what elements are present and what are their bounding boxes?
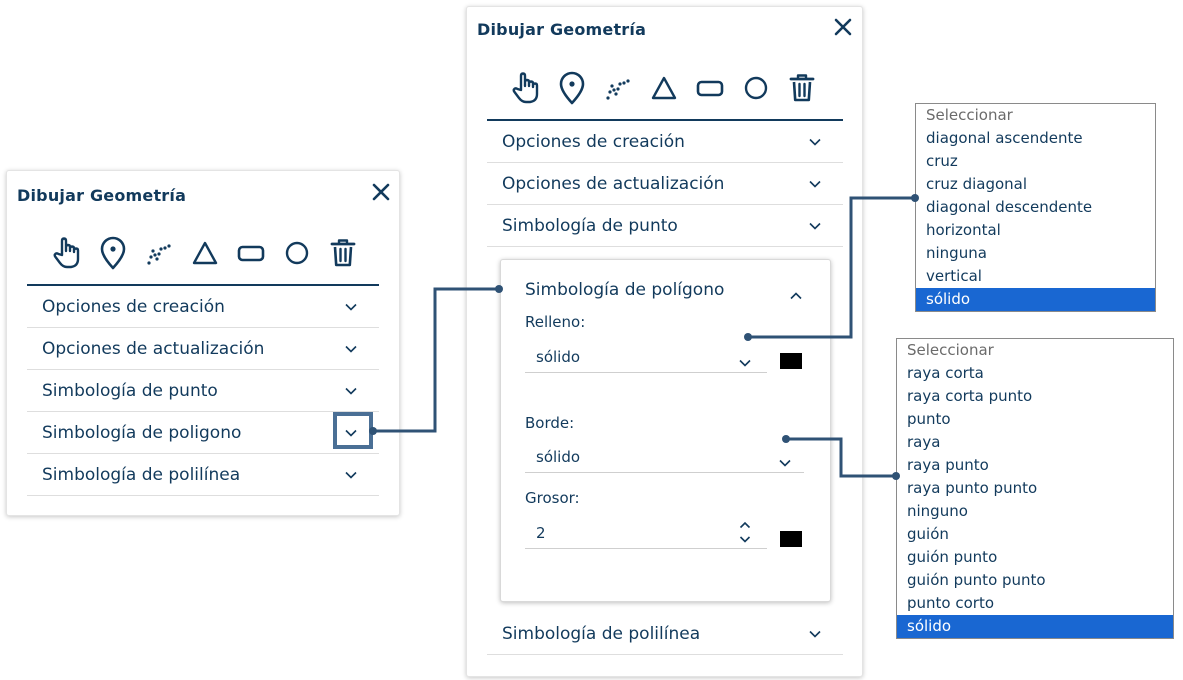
chevron-down-icon[interactable]	[809, 138, 821, 146]
section-label: Simbología de polilínea	[502, 623, 701, 644]
width-number-input[interactable]: 2	[525, 518, 767, 549]
section-label: Opciones de creación	[42, 296, 225, 317]
chevron-down-icon[interactable]	[739, 352, 751, 367]
border-option[interactable]: guión punto punto	[897, 569, 1173, 592]
border-option[interactable]: guión punto	[897, 546, 1173, 569]
section-label: Simbología de poligono	[42, 422, 242, 443]
triangle-icon[interactable]	[189, 235, 221, 271]
close-icon[interactable]	[371, 182, 391, 202]
border-option[interactable]: raya punto punto	[897, 477, 1173, 500]
border-option[interactable]: raya punto	[897, 454, 1173, 477]
trash-icon[interactable]	[327, 235, 359, 271]
section-label: Simbología de punto	[502, 215, 678, 236]
fill-option[interactable]: ninguna	[916, 242, 1155, 265]
section-polygon-symbology[interactable]: Simbología de poligono	[27, 412, 379, 454]
fill-option-selected[interactable]: sólido	[916, 288, 1155, 311]
polygon-section-title[interactable]: Simbología de polígono	[525, 280, 724, 300]
section-label: Opciones de creación	[502, 131, 685, 152]
chevron-up-icon[interactable]	[790, 285, 802, 300]
border-option[interactable]: guión	[897, 523, 1173, 546]
border-color-swatch[interactable]	[780, 531, 802, 547]
left-panel-title: Dibujar Geometría	[17, 186, 187, 205]
polygon-symbology-expanded: Simbología de polígono Relleno: sólido B…	[500, 259, 831, 602]
chevron-down-icon[interactable]	[809, 222, 821, 230]
right-draw-panel: Dibujar Geometría Opciones de creación O…	[466, 6, 863, 677]
border-select-value: sólido	[536, 448, 581, 466]
rectangle-icon[interactable]	[694, 70, 726, 106]
fill-label: Relleno:	[525, 313, 586, 331]
rectangle-icon[interactable]	[235, 235, 267, 271]
triangle-icon[interactable]	[648, 70, 680, 106]
border-options-listbox[interactable]: Seleccionar raya corta raya corta punto …	[896, 338, 1174, 639]
section-label: Simbología de polilínea	[42, 464, 241, 485]
section-polyline-symbology[interactable]: Simbología de polilínea	[487, 613, 843, 655]
listbox-placeholder: Seleccionar	[907, 341, 994, 359]
fill-select-value: sólido	[536, 348, 581, 366]
border-label: Borde:	[525, 414, 575, 432]
map-pin-icon[interactable]	[556, 70, 588, 106]
trash-icon[interactable]	[786, 70, 818, 106]
hand-icon[interactable]	[51, 235, 83, 271]
left-tool-toolbar	[51, 235, 361, 275]
section-point-symbology[interactable]: Simbología de punto	[487, 205, 843, 247]
border-option[interactable]: raya	[897, 431, 1173, 454]
section-label: Simbología de punto	[42, 380, 218, 401]
border-option-selected[interactable]: sólido	[897, 615, 1173, 638]
fill-color-swatch[interactable]	[780, 353, 802, 369]
chevron-highlight	[333, 412, 373, 449]
map-pin-icon[interactable]	[97, 235, 129, 271]
listbox-placeholder: Seleccionar	[926, 106, 1013, 124]
width-value: 2	[536, 524, 546, 542]
left-draw-panel: Dibujar Geometría Opciones de creación O…	[6, 170, 400, 516]
chevron-down-icon[interactable]	[345, 387, 357, 395]
polyline-icon[interactable]	[143, 235, 175, 271]
section-label: Opciones de actualización	[42, 338, 265, 359]
circle-icon[interactable]	[740, 70, 772, 106]
right-tool-toolbar	[510, 70, 820, 110]
stepper-icon[interactable]	[739, 520, 751, 546]
hand-icon[interactable]	[510, 70, 542, 106]
fill-select[interactable]: sólido	[525, 342, 767, 373]
width-label: Grosor:	[525, 489, 580, 507]
chevron-down-icon[interactable]	[779, 452, 791, 467]
chevron-down-icon[interactable]	[345, 303, 357, 311]
chevron-down-icon[interactable]	[345, 471, 357, 479]
close-icon[interactable]	[833, 17, 853, 37]
section-update-options[interactable]: Opciones de actualización	[487, 163, 843, 205]
chevron-down-icon[interactable]	[809, 180, 821, 188]
chevron-down-icon[interactable]	[345, 345, 357, 353]
section-update-options[interactable]: Opciones de actualización	[27, 328, 379, 370]
right-panel-title: Dibujar Geometría	[477, 20, 647, 39]
section-creation-options[interactable]: Opciones de creación	[27, 286, 379, 328]
section-label: Opciones de actualización	[502, 173, 725, 194]
border-option[interactable]: punto corto	[897, 592, 1173, 615]
fill-option[interactable]: vertical	[916, 265, 1155, 288]
fill-options-listbox[interactable]: Seleccionar diagonal ascendente cruz cru…	[915, 103, 1156, 312]
fill-option[interactable]: cruz	[916, 150, 1155, 173]
border-select[interactable]: sólido	[525, 442, 804, 473]
polyline-icon[interactable]	[602, 70, 634, 106]
fill-option[interactable]: horizontal	[916, 219, 1155, 242]
section-creation-options[interactable]: Opciones de creación	[487, 121, 843, 163]
border-option[interactable]: raya corta punto	[897, 385, 1173, 408]
section-point-symbology[interactable]: Simbología de punto	[27, 370, 379, 412]
section-polyline-symbology[interactable]: Simbología de polilínea	[27, 454, 379, 496]
fill-option[interactable]: diagonal descendente	[916, 196, 1155, 219]
chevron-down-icon[interactable]	[809, 630, 821, 638]
border-option[interactable]: punto	[897, 408, 1173, 431]
border-option[interactable]: raya corta	[897, 362, 1173, 385]
fill-option[interactable]: diagonal ascendente	[916, 127, 1155, 150]
circle-icon[interactable]	[281, 235, 313, 271]
border-option[interactable]: ninguno	[897, 500, 1173, 523]
fill-option[interactable]: cruz diagonal	[916, 173, 1155, 196]
